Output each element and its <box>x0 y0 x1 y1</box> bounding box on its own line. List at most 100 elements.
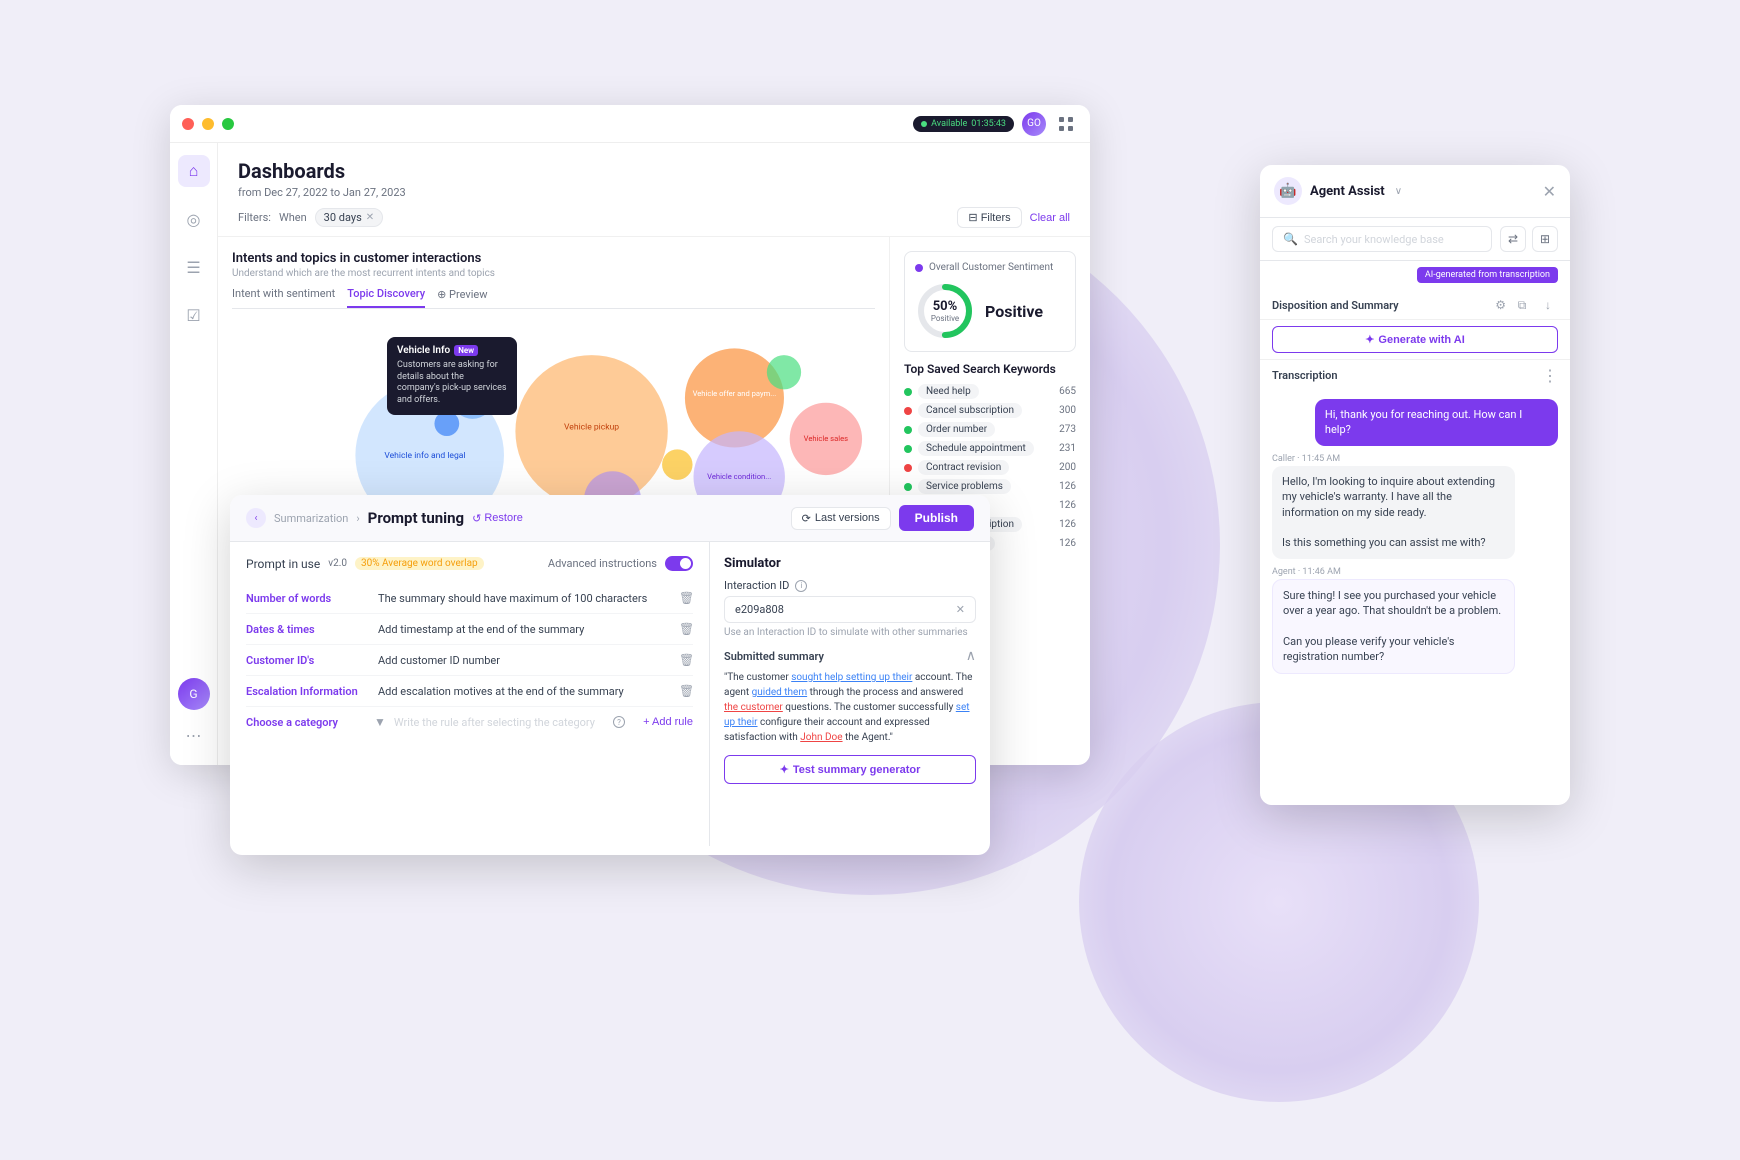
kw-dot-4 <box>904 464 912 472</box>
grid-icon[interactable] <box>1054 112 1078 136</box>
dashboard-header: Dashboards from Dec 27, 2022 to Jan 27, … <box>218 143 1090 237</box>
keyword-row: Contract revision 200 <box>904 460 1076 475</box>
sentiment-icon <box>915 264 923 272</box>
keyword-tag-1[interactable]: Cancel subscription <box>918 403 1022 418</box>
action-btn-2[interactable]: ⊞ <box>1532 226 1558 252</box>
interaction-id-input[interactable]: e209a808 ✕ <box>724 596 976 623</box>
copy-icon[interactable]: ⧉ <box>1512 295 1532 315</box>
search-box[interactable]: 🔍 Search your knowledge base <box>1272 226 1492 252</box>
field-value-0: The summary should have maximum of 100 c… <box>378 592 667 605</box>
prompt-field-3: Escalation Information Add escalation mo… <box>246 676 693 707</box>
trash-icon-1[interactable]: 🗑 <box>679 622 693 636</box>
filter-button[interactable]: ⊟ Filters <box>957 207 1021 228</box>
when-label: When <box>279 211 307 224</box>
clear-all-button[interactable]: Clear all <box>1030 212 1070 224</box>
filters-label: Filters: <box>238 211 271 224</box>
download-icon[interactable]: ↓ <box>1538 295 1558 315</box>
message-1: Caller · 11:45 AM Hello, I'm looking to … <box>1272 454 1558 559</box>
agent-icon: 🤖 <box>1274 177 1302 205</box>
field-label-1: Dates & times <box>246 623 366 636</box>
status-available: Available <box>931 119 967 129</box>
tab-topic[interactable]: Topic Discovery <box>347 287 425 308</box>
message-bubble-1: Hello, I'm looking to inquire about exte… <box>1272 466 1515 559</box>
keyword-row: Schedule appointment 231 <box>904 441 1076 456</box>
sidebar-item-home[interactable]: ⌂ <box>178 155 210 187</box>
filters-row: Filters: When 30 days ✕ ⊟ Filters Clear … <box>238 207 1070 228</box>
publish-button[interactable]: Publish <box>899 505 974 531</box>
trash-icon-0[interactable]: 🗑 <box>679 591 693 605</box>
submitted-summary-label: Submitted summary <box>724 650 824 663</box>
traffic-light-yellow[interactable] <box>202 118 214 130</box>
keyword-row: Order number 273 <box>904 422 1076 437</box>
trash-icon-3[interactable]: 🗑 <box>679 684 693 698</box>
tab-intent[interactable]: Intent with sentiment <box>232 287 335 308</box>
word-overlap-badge: 30% Average word overlap <box>355 557 484 570</box>
adv-instructions-label: Advanced instructions <box>548 557 657 570</box>
collapse-icon[interactable]: ∧ <box>966 648 976 664</box>
filter-30days-tag[interactable]: 30 days ✕ <box>315 208 383 227</box>
svg-text:Vehicle sales: Vehicle sales <box>804 434 848 443</box>
test-summary-button[interactable]: ✦ Test summary generator <box>724 755 976 784</box>
trash-icon-2[interactable]: 🗑 <box>679 653 693 667</box>
agent-close-button[interactable]: ✕ <box>1543 182 1556 201</box>
tooltip-text: Customers are asking for details about t… <box>397 360 507 407</box>
interaction-id-row: Interaction ID i <box>724 579 976 592</box>
filter-30days-close[interactable]: ✕ <box>366 212 374 223</box>
keyword-tag-2[interactable]: Order number <box>918 422 995 437</box>
transcription-menu[interactable]: ⋮ <box>1542 366 1558 385</box>
avatar[interactable]: GO <box>1022 112 1046 136</box>
keyword-count-0: 665 <box>1059 386 1076 397</box>
sidebar-avatar[interactable]: G <box>178 678 210 710</box>
keyword-tag-5[interactable]: Service problems <box>918 479 1011 494</box>
sidebar-item-search[interactable]: ◎ <box>178 203 210 235</box>
agent-action-btns: ⇄ ⊞ <box>1500 226 1558 252</box>
category-help-icon: ? <box>613 716 625 728</box>
panel-title: Intents and topics in customer interacti… <box>232 251 875 266</box>
interaction-info-icon: i <box>795 580 807 592</box>
keyword-count-8: 126 <box>1059 538 1076 549</box>
disposition-row: Disposition and Summary ⚙ ⧉ ↓ <box>1260 289 1570 320</box>
simulator-title: Simulator <box>724 556 976 571</box>
panel-subtitle: Understand which are the most recurrent … <box>232 268 875 279</box>
keyword-tag-4[interactable]: Contract revision <box>918 460 1009 475</box>
add-rule-button[interactable]: + Add rule <box>643 716 693 728</box>
prompt-in-use-label: Prompt in use <box>246 557 320 571</box>
back-button[interactable]: ‹ <box>246 508 266 528</box>
agent-chevron[interactable]: ∨ <box>1395 186 1402 197</box>
action-btn-1[interactable]: ⇄ <box>1500 226 1526 252</box>
title-bar-right: Available 01:35:43 GO <box>913 112 1078 136</box>
bubble-tooltip: Vehicle Info New Customers are asking fo… <box>387 337 517 415</box>
tab-preview[interactable]: ⊕ Preview <box>437 287 487 308</box>
advanced-instructions-toggle[interactable] <box>665 556 693 571</box>
message-bubble-0: Hi, thank you for reaching out. How can … <box>1315 399 1558 446</box>
breadcrumb: Summarization <box>274 512 348 525</box>
gear-icon[interactable]: ⚙ <box>1495 298 1506 312</box>
keyword-tag-3[interactable]: Schedule appointment <box>918 441 1034 456</box>
sidebar-item-clipboard[interactable]: ☑ <box>178 299 210 331</box>
interaction-hint: Use an Interaction ID to simulate with o… <box>724 627 976 638</box>
status-badge: Available 01:35:43 <box>913 116 1014 132</box>
prompt-field-1: Dates & times Add timestamp at the end o… <box>246 614 693 645</box>
prompt-title: Prompt tuning <box>368 509 464 527</box>
ai-badge-row: AI-generated from transcription <box>1260 261 1570 289</box>
overall-label: Overall Customer Sentiment <box>929 262 1053 273</box>
clear-interaction-icon[interactable]: ✕ <box>956 603 965 616</box>
traffic-light-green[interactable] <box>222 118 234 130</box>
restore-button[interactable]: ↺ Restore <box>472 512 523 525</box>
keyword-count-1: 300 <box>1059 405 1076 416</box>
field-value-1: Add timestamp at the end of the summary <box>378 623 667 636</box>
keyword-tag-0[interactable]: Need help <box>918 384 979 399</box>
category-placeholder[interactable]: Write the rule after selecting the categ… <box>394 716 595 729</box>
field-value-2: Add customer ID number <box>378 654 667 667</box>
category-chevron[interactable]: ▼ <box>374 715 386 729</box>
prompt-header-right: ⟳ Last versions Publish <box>791 505 974 531</box>
traffic-light-red[interactable] <box>182 118 194 130</box>
dashboard-date: from Dec 27, 2022 to Jan 27, 2023 <box>238 186 1070 199</box>
sidebar-grid[interactable]: ⋯ <box>186 726 202 745</box>
new-badge: New <box>454 345 478 356</box>
last-versions-button[interactable]: ⟳ Last versions <box>791 507 891 530</box>
agent-window: 🤖 Agent Assist ∨ ✕ 🔍 Search your knowled… <box>1260 165 1570 805</box>
generate-ai-button[interactable]: ✦ Generate with AI <box>1272 326 1558 353</box>
sidebar-item-list[interactable]: ☰ <box>178 251 210 283</box>
prompt-left: Prompt in use v2.0 30% Average word over… <box>230 542 710 846</box>
